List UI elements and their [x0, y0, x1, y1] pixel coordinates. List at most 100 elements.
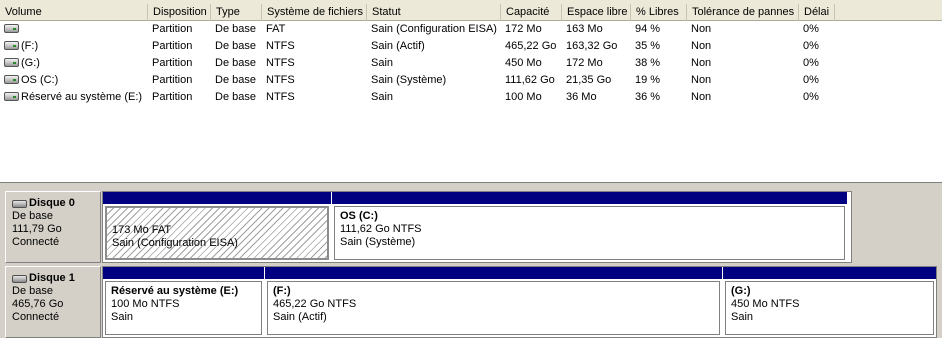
partition-body: (F:) 465,22 Go NTFS Sain (Actif)	[267, 281, 720, 335]
column-header-free-space[interactable]: Espace libre	[562, 4, 631, 21]
cell-capacity: 172 Mo	[505, 23, 542, 35]
partition-name: (G:)	[731, 285, 751, 297]
partition-status: Sain (Système)	[340, 236, 416, 248]
cell-overhead: 0%	[803, 57, 819, 69]
partition-status: Sain	[111, 311, 134, 323]
cell-overhead: 0%	[803, 91, 819, 103]
disk-icon	[12, 274, 27, 283]
partition-header-bar	[103, 267, 264, 279]
cell-filesystem: NTFS	[266, 57, 295, 69]
drive-icon	[4, 40, 19, 50]
cell-disposition: Partition	[152, 74, 193, 86]
cell-volume: (F:)	[0, 38, 148, 55]
cell-capacity: 465,22 Go	[505, 40, 557, 52]
cell-filesystem: NTFS	[266, 40, 295, 52]
disk-0-partitions: 173 Mo FAT Sain (Configuration EISA) OS …	[102, 191, 852, 263]
cell-type: De base	[215, 74, 256, 86]
disk-1-label[interactable]: Disque 1 De base 465,76 Go Connecté	[5, 266, 101, 338]
volume-name: (G:)	[21, 57, 40, 69]
cell-free-space: 36 Mo	[566, 91, 597, 103]
partition-name: OS (C:)	[340, 210, 378, 222]
cell-disposition: Partition	[152, 57, 193, 69]
disk-0-partition-eisa[interactable]: 173 Mo FAT Sain (Configuration EISA)	[103, 192, 331, 262]
cell-free-space: 163,32 Go	[566, 40, 618, 52]
cell-overhead: 0%	[803, 74, 819, 86]
disk-0-partition-c[interactable]: OS (C:) 111,62 Go NTFS Sain (Système)	[332, 192, 847, 262]
drive-icon	[4, 91, 19, 101]
cell-percent-free: 36 %	[635, 91, 661, 103]
cell-type: De base	[215, 91, 256, 103]
partition-info: 100 Mo NTFS	[111, 298, 180, 310]
volume-name: Réservé au système (E:)	[21, 91, 143, 103]
cell-percent-free: 94 %	[635, 23, 661, 35]
disk-icon	[12, 199, 27, 208]
disk-0-state: Connecté	[12, 236, 60, 248]
volume-name: (F:)	[21, 40, 39, 52]
cell-free-space: 163 Mo	[566, 23, 603, 35]
cell-fault-tolerance: Non	[691, 57, 712, 69]
cell-percent-free: 38 %	[635, 57, 661, 69]
column-header-capacity[interactable]: Capacité	[501, 4, 562, 21]
column-header-type[interactable]: Type	[211, 4, 262, 21]
cell-free-space: 21,35 Go	[566, 74, 612, 86]
column-header-disposition[interactable]: Disposition	[148, 4, 211, 21]
cell-overhead: 0%	[803, 23, 819, 35]
cell-type: De base	[215, 23, 256, 35]
cell-fault-tolerance: Non	[691, 91, 712, 103]
partition-header-bar	[265, 267, 722, 279]
disk-graphical-view: Disque 0 De base 111,79 Go Connecté 173 …	[0, 183, 942, 338]
cell-percent-free: 19 %	[635, 74, 661, 86]
cell-capacity: 111,62 Go	[505, 74, 555, 86]
cell-volume	[0, 21, 148, 38]
volume-row[interactable]: (F:) Partition De base NTFS Sain (Actif) 465,…	[0, 38, 942, 55]
cell-capacity: 100 Mo	[505, 91, 542, 103]
partition-name: (F:)	[273, 285, 291, 297]
partition-info: 111,62 Go NTFS	[340, 223, 422, 235]
volume-row[interactable]: Partition De base FAT Sain (Configuration E…	[0, 21, 942, 38]
disk-0-label[interactable]: Disque 0 De base 111,79 Go Connecté	[5, 191, 101, 263]
partition-name	[112, 211, 327, 224]
disk-0-size: 111,79 Go	[12, 223, 62, 235]
cell-disposition: Partition	[152, 91, 193, 103]
cell-status: Sain	[371, 57, 394, 69]
partition-info: 465,22 Go NTFS	[273, 298, 357, 310]
column-header-overhead[interactable]: Délai	[799, 4, 835, 21]
partition-header-bar	[723, 267, 936, 279]
cell-overhead: 0%	[803, 40, 819, 52]
volume-list[interactable]: Volume Disposition Type Système de fichi…	[0, 0, 942, 183]
partition-info: 450 Mo NTFS	[731, 298, 800, 310]
column-header-filesystem[interactable]: Système de fichiers	[262, 4, 367, 21]
cell-volume: Réservé au système (E:)	[0, 89, 148, 106]
disk-1-size: 465,76 Go	[12, 298, 64, 310]
column-header-status[interactable]: Statut	[367, 4, 501, 21]
column-header-fault-tolerance[interactable]: Tolérance de pannes	[687, 4, 799, 21]
volume-row[interactable]: Réservé au système (E:) Partition De base N…	[0, 89, 942, 106]
cell-fault-tolerance: Non	[691, 40, 712, 52]
cell-disposition: Partition	[152, 23, 193, 35]
disk-1-name: Disque 1	[29, 272, 75, 284]
disk-0-name: Disque 0	[29, 197, 75, 209]
disk-1-partition-e[interactable]: Réservé au système (E:) 100 Mo NTFS Sain	[103, 267, 264, 337]
partition-name: Réservé au système (E:)	[111, 285, 239, 297]
disk-1-partitions: Réservé au système (E:) 100 Mo NTFS Sain…	[102, 266, 937, 338]
drive-icon	[4, 74, 19, 84]
column-header-volume[interactable]: Volume	[0, 4, 148, 21]
cell-volume: OS (C:)	[0, 72, 148, 89]
cell-status: Sain (Actif)	[371, 40, 425, 52]
disk-1-partition-f[interactable]: (F:) 465,22 Go NTFS Sain (Actif)	[265, 267, 722, 337]
cell-type: De base	[215, 40, 256, 52]
partition-body: OS (C:) 111,62 Go NTFS Sain (Système)	[334, 206, 845, 260]
cell-fault-tolerance: Non	[691, 23, 712, 35]
disk-0-type: De base	[12, 210, 53, 222]
cell-type: De base	[215, 57, 256, 69]
volume-row[interactable]: (G:) Partition De base NTFS Sain 450 Mo 172 Mo…	[0, 55, 942, 72]
column-header-percent-free[interactable]: % Libres	[631, 4, 687, 21]
volume-name: OS (C:)	[21, 74, 59, 86]
cell-filesystem: FAT	[266, 23, 286, 35]
cell-filesystem: NTFS	[266, 74, 295, 86]
volume-row[interactable]: OS (C:) Partition De base NTFS Sain (Système…	[0, 72, 942, 89]
disk-1-partition-g[interactable]: (G:) 450 Mo NTFS Sain	[723, 267, 936, 337]
drive-icon	[4, 57, 19, 67]
partition-header-bar	[332, 192, 847, 204]
partition-header-bar	[103, 192, 331, 204]
